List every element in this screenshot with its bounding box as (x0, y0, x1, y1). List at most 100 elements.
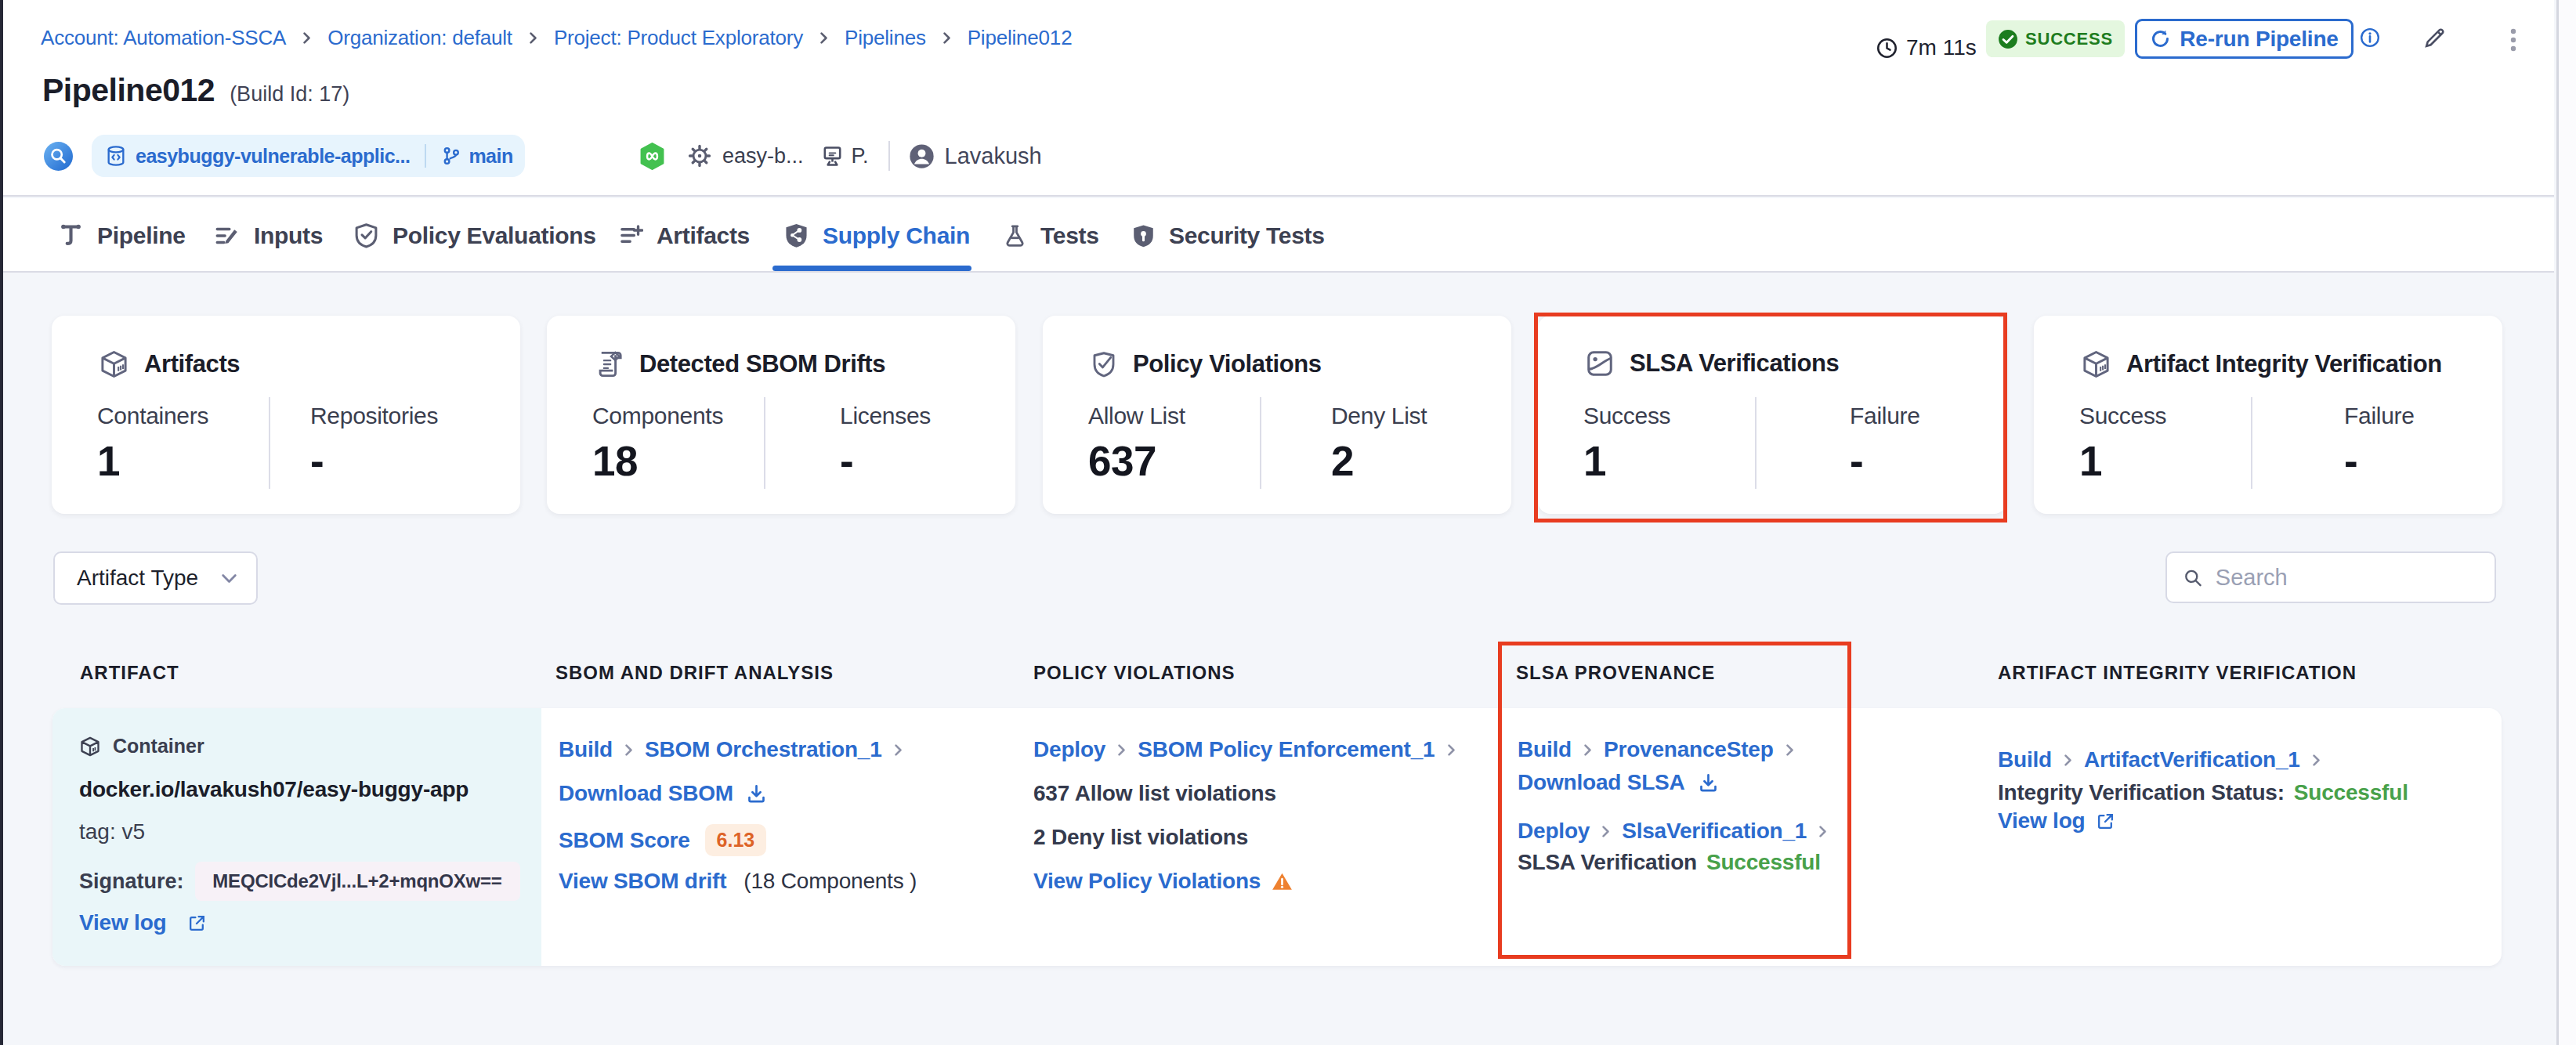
artifact-signature: Signature: MEQCICde2Vjl...L+2+mqnOXw== (79, 862, 520, 901)
scrollbar-gutter[interactable] (2556, 0, 2576, 1045)
chevron-right-icon (621, 743, 636, 758)
status-badge: SUCCESS (1986, 20, 2125, 57)
triggered-by-user[interactable]: Lavakush (945, 143, 1042, 169)
artifact-tag: tag: v5 (79, 819, 145, 844)
package-box-icon (99, 349, 129, 380)
package-box-icon (2081, 349, 2111, 380)
check-circle-icon (1998, 29, 2018, 49)
chevron-right-icon (816, 31, 831, 45)
chevron-right-icon (2309, 753, 2324, 768)
sbom-score: SBOM Score 6.13 (559, 824, 766, 856)
tab-bar: Pipeline Inputs Policy Evaluations Artif… (3, 198, 2554, 273)
tab-security-tests[interactable]: Security Tests (1131, 198, 1325, 273)
search-input[interactable] (2216, 565, 2479, 591)
pipeline-config-name[interactable]: easy-b... (722, 144, 804, 168)
integrity-view-log[interactable]: View log (1998, 808, 2115, 833)
sbom-scroll-icon (594, 349, 624, 380)
tab-policy-evaluations[interactable]: Policy Evaluations (353, 198, 596, 273)
clock-icon (1876, 37, 1898, 60)
page-title: Pipeline012 (42, 72, 215, 109)
breadcrumb-pipelines[interactable]: Pipelines (845, 26, 926, 50)
sbom-score-link[interactable]: SBOM Score (559, 828, 690, 853)
warning-triangle-icon (1272, 871, 1293, 892)
artifact-type: Container (79, 735, 204, 758)
artifact-type-dropdown[interactable]: Artifact Type (53, 551, 258, 605)
sbom-drift: View SBOM drift (18 Components ) (559, 869, 917, 894)
repo-name[interactable]: easybuggy-vulnerable-applic... (136, 145, 410, 168)
download-icon (746, 783, 767, 805)
external-link-icon (2096, 812, 2115, 831)
step-link[interactable]: SBOM Policy Enforcement_1 (1138, 737, 1435, 762)
repo-branch-chip[interactable]: easybuggy-vulnerable-applic... main (92, 135, 525, 177)
delegate-icon (820, 144, 845, 168)
col-header-artifact: ARTIFACT (80, 662, 179, 684)
rerun-pipeline-button[interactable]: Re-run Pipeline (2135, 19, 2353, 59)
deny-list-violations: 2 Deny list violations (1033, 825, 1248, 850)
external-link-icon (187, 913, 207, 933)
branch-name[interactable]: main (469, 145, 512, 168)
breadcrumb-current[interactable]: Pipeline012 (968, 26, 1073, 50)
signature-value-pill: MEQCICde2Vjl...L+2+mqnOXw== (195, 862, 520, 901)
tab-tests[interactable]: Tests (1003, 198, 1099, 273)
integrity-breadcrumb: Build ArtifactVerification_1 (1998, 747, 2332, 772)
stage-link[interactable]: Deploy (1033, 737, 1105, 762)
edit-pencil-icon[interactable] (2422, 26, 2447, 50)
view-policy-violations[interactable]: View Policy Violations (1033, 869, 1293, 894)
gear-icon[interactable] (686, 143, 713, 169)
stage-link[interactable]: Build (559, 737, 613, 762)
annotation-box-slsa-column (1498, 642, 1851, 959)
chevron-right-icon (939, 31, 954, 45)
supply-chain-shield-icon (783, 222, 809, 249)
card-artifact-integrity: Artifact Integrity Verification Success1… (2034, 316, 2502, 514)
stage-link[interactable]: Build (1998, 747, 2052, 772)
allow-list-violations: 637 Allow list violations (1033, 781, 1276, 806)
info-icon[interactable] (2360, 27, 2380, 48)
security-shield-icon (1131, 223, 1156, 248)
inputs-icon (214, 222, 241, 249)
tab-artifacts[interactable]: Artifacts (619, 198, 750, 273)
step-link[interactable]: ArtifactVerification_1 (2084, 747, 2300, 772)
col-header-policy: POLICY VIOLATIONS (1033, 662, 1235, 684)
chevron-down-icon (219, 569, 239, 588)
sbom-stage-breadcrumb: Build SBOM Orchestration_1 (559, 737, 914, 762)
build-id: (Build Id: 17) (230, 82, 349, 107)
breadcrumb-account[interactable]: Account: Automation-SSCA (41, 26, 286, 50)
chevron-right-icon (1444, 743, 1459, 758)
artifact-image-name: docker.io/lavakush07/easy-buggy-app (79, 777, 469, 802)
integrity-status: Integrity Verification Status: Successfu… (1998, 780, 2408, 805)
refresh-icon (2150, 28, 2171, 49)
meta-divider (888, 141, 890, 171)
delegate-name[interactable]: P. (852, 144, 869, 168)
harness-ci-module-icon (639, 143, 665, 170)
view-sbom-drift-link[interactable]: View SBOM drift (559, 869, 726, 894)
execution-duration: 7m 11s (1876, 28, 1977, 67)
execution-icon (44, 142, 73, 171)
page-header: Account: Automation-SSCA Organization: d… (3, 0, 2554, 197)
kebab-menu-icon[interactable] (2510, 28, 2516, 52)
active-tab-underline (772, 266, 971, 271)
nav-collapsed-edge (0, 0, 3, 1045)
chip-divider (425, 144, 426, 168)
policy-stage-breadcrumb: Deploy SBOM Policy Enforcement_1 (1033, 737, 1467, 762)
status-successful: Successful (2294, 780, 2408, 805)
artifact-view-log[interactable]: View log (79, 910, 207, 935)
breadcrumb-organization[interactable]: Organization: default (327, 26, 512, 50)
sbom-score-badge: 6.13 (705, 824, 767, 856)
breadcrumb: Account: Automation-SSCA Organization: d… (41, 24, 1072, 52)
breadcrumb-project[interactable]: Project: Product Exploratory (554, 26, 803, 50)
pipeline-icon (58, 222, 84, 248)
chevron-right-icon (1114, 743, 1129, 758)
container-box-icon (79, 736, 101, 758)
download-sbom[interactable]: Download SBOM (559, 781, 767, 806)
drift-components-note: (18 Components ) (743, 869, 917, 894)
tab-pipeline[interactable]: Pipeline (58, 198, 186, 273)
search-icon (2183, 566, 2203, 589)
shield-check-icon (1090, 349, 1118, 380)
tab-inputs[interactable]: Inputs (214, 198, 323, 273)
user-avatar-icon (909, 143, 935, 169)
card-sbom-drifts: Detected SBOM Drifts Components18 Licens… (547, 316, 1015, 514)
tab-supply-chain[interactable]: Supply Chain (783, 198, 970, 273)
search-box[interactable] (2165, 551, 2496, 603)
card-policy-violations: Policy Violations Allow List637 Deny Lis… (1043, 316, 1511, 514)
step-link[interactable]: SBOM Orchestration_1 (645, 737, 882, 762)
